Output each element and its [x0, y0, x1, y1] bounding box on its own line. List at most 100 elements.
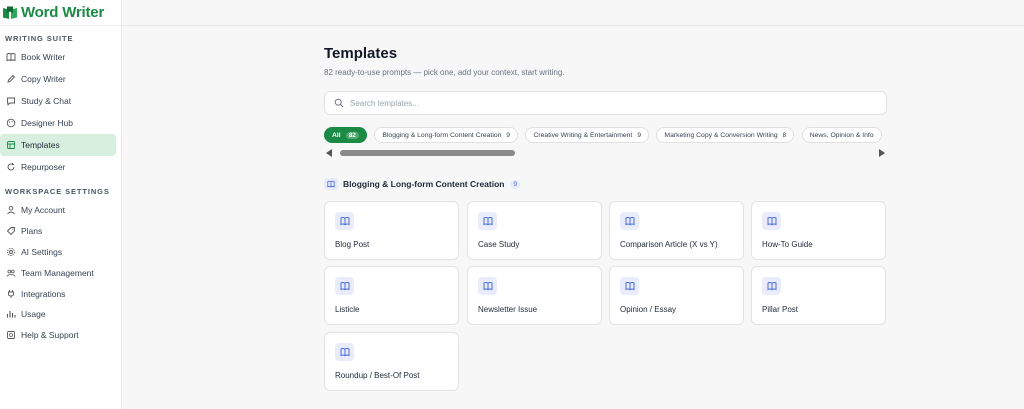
template-card-label: Comparison Article (X vs Y) [620, 240, 718, 249]
sidebar-item-label: Templates [21, 140, 60, 150]
template-card[interactable]: Opinion / Essay [609, 266, 744, 325]
chip-label: Creative Writing & Entertainment [533, 131, 633, 139]
template-card-label: Blog Post [335, 240, 370, 249]
chip-news-opinion[interactable]: News, Opinion & Info [801, 127, 882, 143]
sidebar-item-study-chat[interactable]: Study & Chat [0, 90, 116, 112]
brand-name: Word Writer [21, 4, 105, 21]
sidebar-item-book-writer[interactable]: Book Writer [0, 46, 116, 68]
sidebar-item-copy-writer[interactable]: Copy Writer [0, 68, 116, 90]
pen-icon [6, 74, 16, 84]
template-card[interactable]: Listicle [324, 266, 459, 325]
refresh-icon [6, 162, 16, 172]
chat-icon [6, 96, 16, 106]
workspace-settings-nav: My Account Plans AI Settings Team Manage… [0, 200, 122, 346]
chip-count: 9 [506, 131, 511, 139]
chip-label: News, Opinion & Info [809, 131, 874, 139]
category-filter-chips: All 82 Blogging & Long-form Content Crea… [324, 127, 887, 143]
sidebar: Word Writer WRITING SUITE Book Writer Co… [0, 0, 122, 409]
sidebar-item-plans[interactable]: Plans [0, 221, 116, 242]
chip-count: 9 [637, 131, 641, 139]
category-count-badge: 9 [510, 179, 521, 189]
sidebar-item-repurposer[interactable]: Repurposer [0, 156, 116, 178]
chip-all[interactable]: All 82 [324, 127, 367, 143]
sidebar-item-ai-settings[interactable]: AI Settings [0, 242, 116, 263]
book-open-icon [620, 212, 639, 230]
main-content: Templates 82 ready-to-use prompts — pick… [122, 0, 1024, 409]
chip-label: All [332, 131, 341, 139]
brand[interactable]: Word Writer [0, 0, 121, 26]
sidebar-item-team-management[interactable]: Team Management [0, 262, 116, 283]
sidebar-item-usage[interactable]: Usage [0, 304, 116, 325]
sidebar-item-label: Book Writer [21, 52, 66, 62]
book-open-icon [478, 212, 497, 230]
page-title: Templates [324, 45, 398, 62]
template-card[interactable]: How-To Guide [751, 201, 886, 260]
sidebar-item-label: Repurposer [21, 162, 66, 172]
scroll-right-arrow-icon[interactable] [879, 149, 885, 157]
template-card[interactable]: Newsletter Issue [467, 266, 602, 325]
sidebar-item-help-support[interactable]: Help & Support [0, 325, 116, 346]
chip-count: 8 [782, 131, 787, 139]
page-subtitle: 82 ready-to-use prompts — pick one, add … [324, 68, 565, 77]
chip-count: 82 [345, 131, 359, 139]
template-card-label: Pillar Post [762, 305, 799, 314]
search-box[interactable] [324, 91, 887, 115]
sidebar-item-templates[interactable]: Templates [0, 134, 116, 156]
help-icon [6, 330, 16, 340]
sidebar-item-label: Integrations [21, 288, 66, 299]
book-open-icon [620, 277, 639, 295]
template-card-label: How-To Guide [762, 240, 813, 249]
writing-suite-title: WRITING SUITE [5, 34, 74, 43]
category-header: Blogging & Long-form Content Creation 9 [324, 178, 521, 190]
book-logo-icon [3, 6, 17, 19]
user-icon [6, 205, 16, 215]
template-card[interactable]: Roundup / Best-Of Post [324, 332, 459, 391]
book-icon [6, 52, 16, 62]
sidebar-item-label: Copy Writer [21, 74, 66, 84]
sidebar-item-label: Usage [21, 309, 46, 320]
book-open-icon [335, 343, 354, 361]
sidebar-item-integrations[interactable]: Integrations [0, 283, 116, 304]
book-open-icon [324, 178, 338, 190]
sidebar-item-label: Help & Support [21, 330, 79, 341]
tag-icon [6, 226, 16, 236]
plug-icon [6, 289, 16, 299]
sidebar-item-label: Designer Hub [21, 118, 73, 128]
chip-label: Marketing Copy & Conversion Writing [664, 131, 778, 139]
sidebar-item-label: Plans [21, 226, 43, 237]
book-open-icon [335, 212, 354, 230]
scrollbar-thumb[interactable] [340, 150, 515, 156]
sidebar-item-designer-hub[interactable]: Designer Hub [0, 112, 116, 134]
sidebar-item-my-account[interactable]: My Account [0, 200, 116, 221]
team-icon [6, 268, 16, 278]
template-card-label: Roundup / Best-Of Post [335, 371, 420, 380]
book-open-icon [478, 277, 497, 295]
sidebar-item-label: AI Settings [21, 246, 63, 257]
search-icon [334, 98, 344, 108]
chart-icon [6, 309, 16, 319]
book-open-icon [335, 277, 354, 295]
search-input[interactable] [350, 98, 870, 108]
template-icon [6, 140, 16, 150]
template-card-label: Newsletter Issue [478, 305, 538, 314]
book-open-icon [762, 212, 781, 230]
scroll-left-arrow-icon[interactable] [326, 149, 332, 157]
template-card[interactable]: Comparison Article (X vs Y) [609, 201, 744, 260]
top-bar [122, 0, 1024, 26]
horizontal-scrollbar[interactable] [324, 148, 887, 158]
template-card[interactable]: Pillar Post [751, 266, 886, 325]
sidebar-item-label: My Account [21, 205, 65, 216]
chip-blogging[interactable]: Blogging & Long-form Content Creation 9 [374, 127, 519, 143]
sidebar-item-label: Study & Chat [21, 96, 72, 106]
category-title: Blogging & Long-form Content Creation [343, 179, 505, 189]
chip-marketing-copy[interactable]: Marketing Copy & Conversion Writing 8 [656, 127, 795, 143]
writing-suite-nav: Book Writer Copy Writer Study & Chat Des… [0, 46, 122, 178]
template-card-label: Case Study [478, 240, 520, 249]
chip-creative-writing[interactable]: Creative Writing & Entertainment 9 [525, 127, 649, 143]
workspace-settings-title: WORKSPACE SETTINGS [5, 187, 110, 196]
template-card-label: Listicle [335, 305, 360, 314]
chip-label: Blogging & Long-form Content Creation [382, 131, 502, 139]
template-card[interactable]: Blog Post [324, 201, 459, 260]
template-card[interactable]: Case Study [467, 201, 602, 260]
palette-icon [6, 118, 16, 128]
